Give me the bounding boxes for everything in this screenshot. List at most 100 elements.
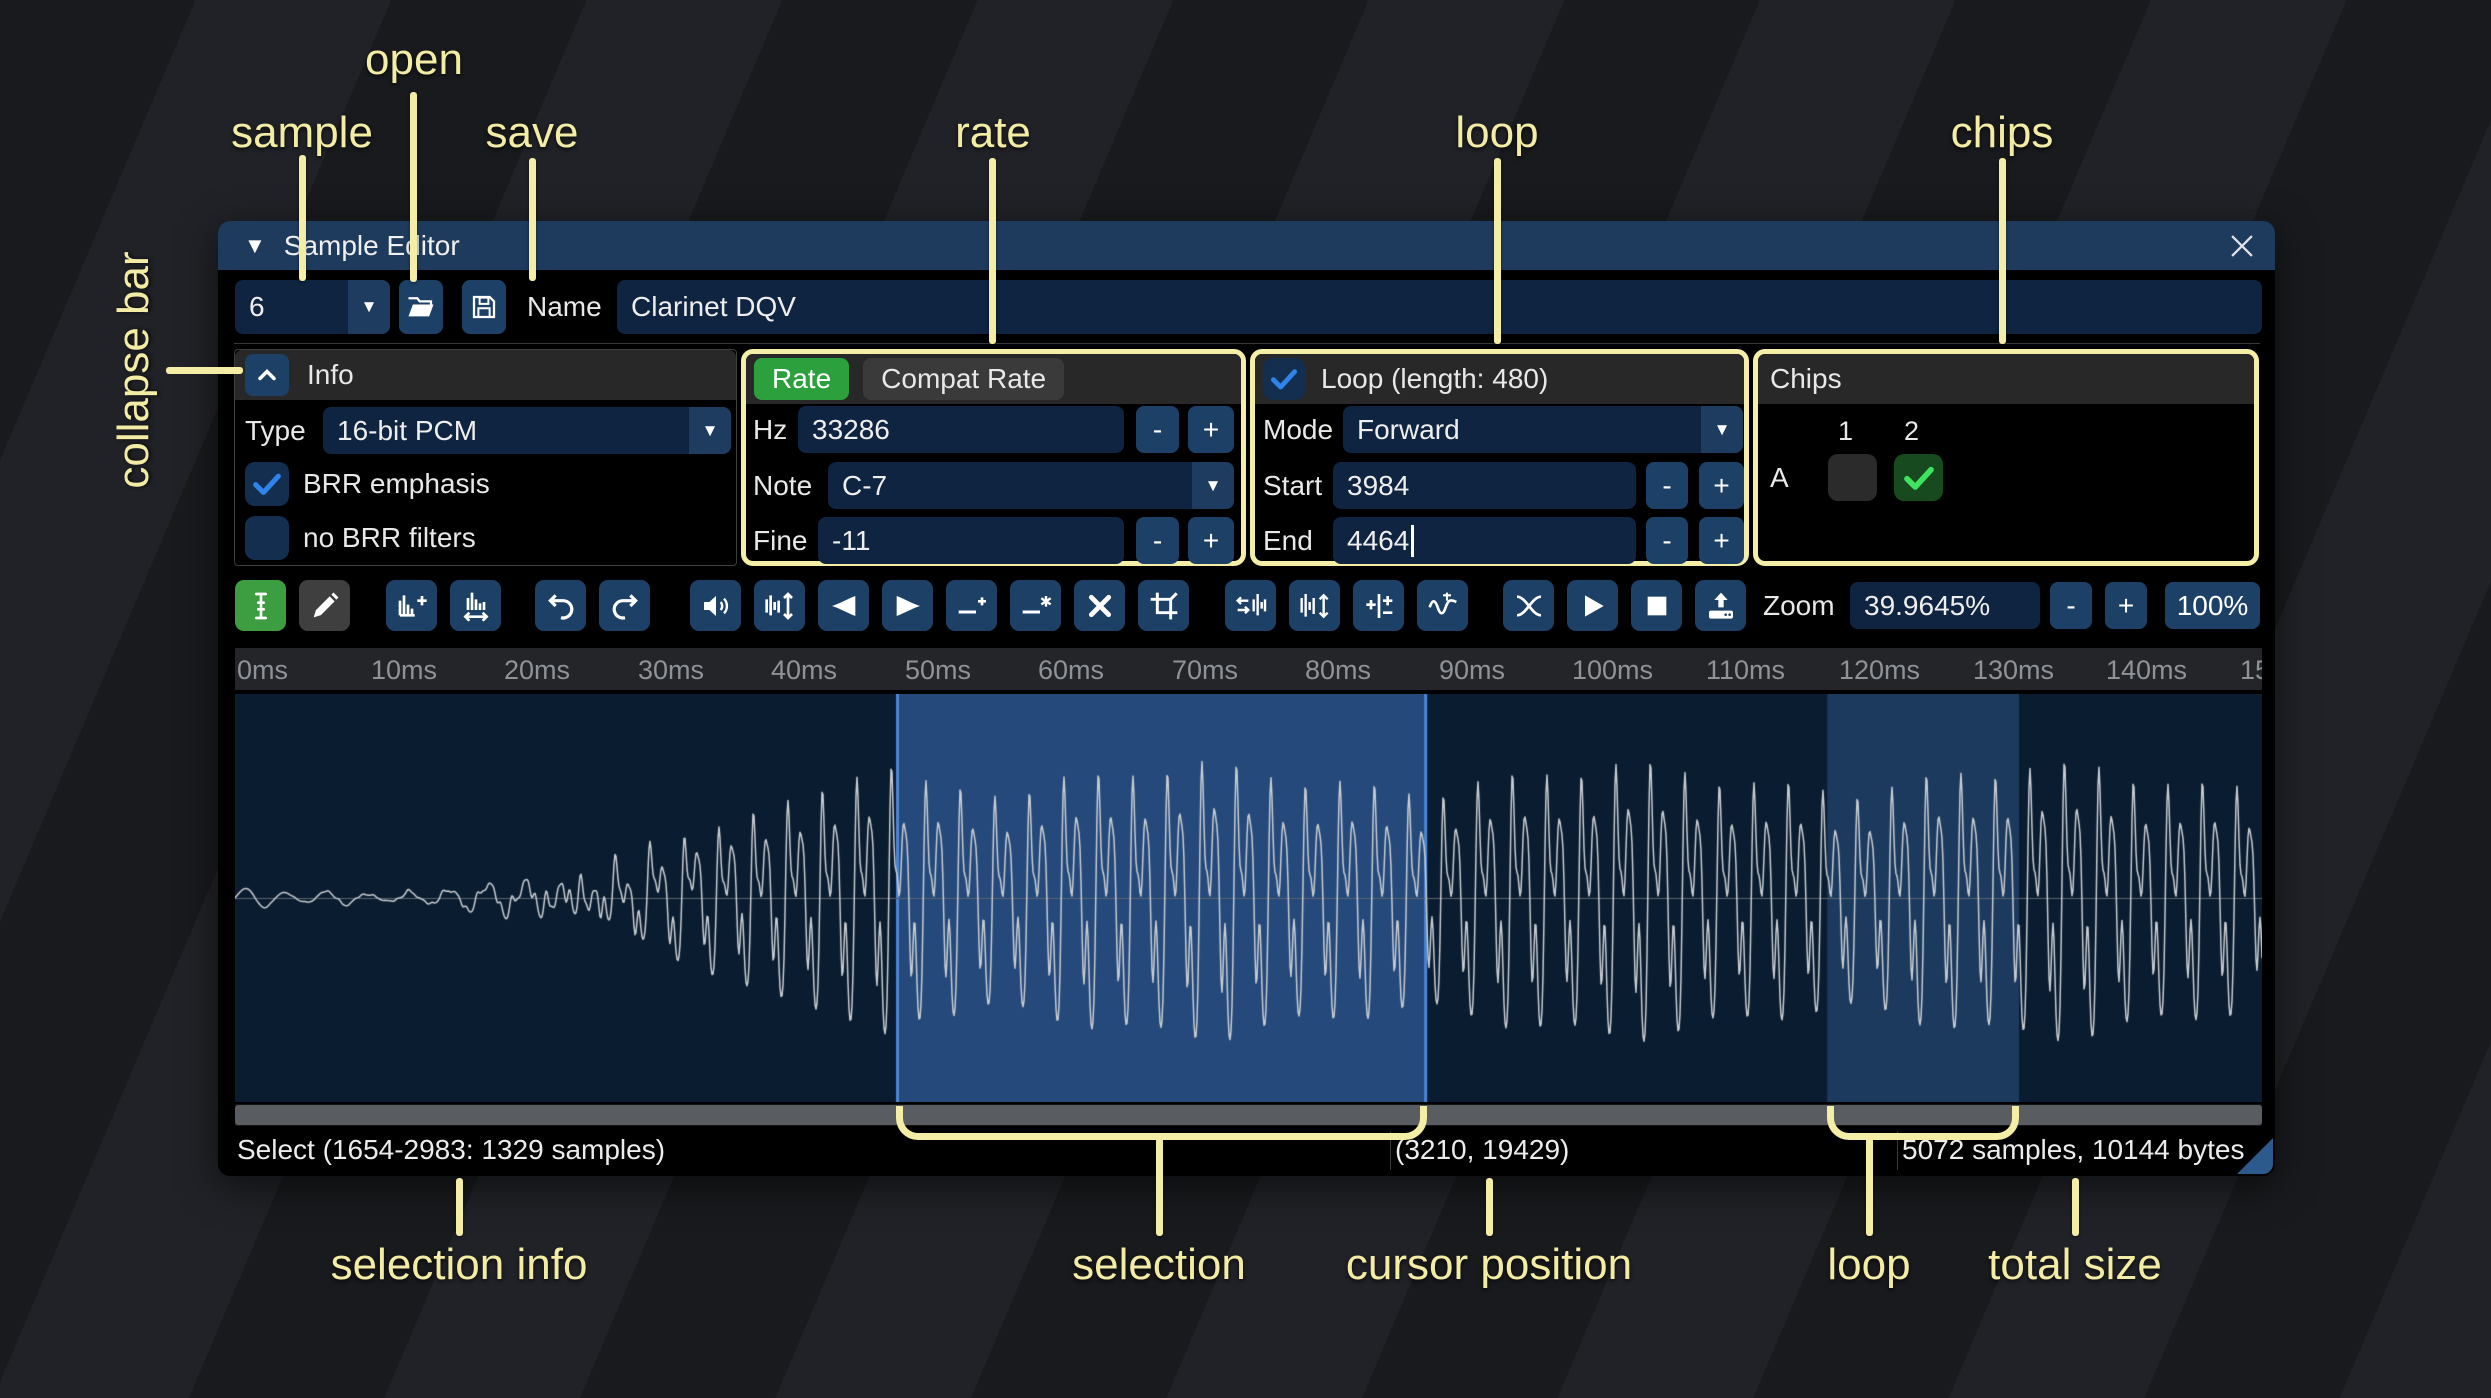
waveform-canvas[interactable] (235, 694, 2262, 1102)
window-collapse-icon[interactable]: ▼ (244, 233, 266, 259)
chevron-down-icon[interactable]: ▼ (689, 407, 731, 454)
divider (234, 343, 2260, 344)
loop-end-value: 4464 (1347, 524, 1410, 556)
draw-tool-button[interactable] (299, 580, 350, 631)
annotation-line-cursor-position (1486, 1178, 1493, 1236)
chevron-down-icon[interactable]: ▼ (1192, 462, 1234, 509)
normalize-button[interactable] (754, 580, 805, 631)
close-button[interactable] (2225, 229, 2259, 263)
ruler-tick: 130ms (1973, 655, 2055, 685)
zoom-in-button[interactable]: + (2105, 582, 2147, 629)
save-sample-button[interactable] (462, 280, 506, 334)
toolbar-group-edit (690, 580, 1189, 631)
fine-field[interactable]: -11 (818, 517, 1124, 564)
trim-button[interactable] (1138, 580, 1189, 631)
redo-button[interactable] (599, 580, 650, 631)
loop-end-label: End (1263, 524, 1313, 556)
open-sample-button[interactable] (399, 280, 443, 334)
cursor-position-text: (3210, 19429) (1395, 1134, 1570, 1165)
undo-button[interactable] (535, 580, 586, 631)
annotation-chips: chips (1950, 108, 2054, 157)
note-label: Note (753, 469, 813, 501)
fine-minus-button[interactable]: - (1136, 517, 1179, 564)
zoom-out-button[interactable]: - (2050, 582, 2092, 629)
reverse-button[interactable] (1225, 580, 1276, 631)
loop-end-plus-button[interactable]: + (1699, 517, 1744, 564)
ruler-tick: 110ms (1706, 655, 1786, 685)
loop-start-value: 3984 (1347, 469, 1410, 501)
ruler-tick: 30ms (638, 655, 705, 685)
hz-plus-button[interactable]: + (1188, 406, 1234, 453)
loop-enable-checkbox[interactable] (1263, 358, 1305, 400)
chips-panel: Chips 1 2 A (1753, 349, 2259, 566)
apply-silence-button[interactable] (1010, 580, 1061, 631)
filter-button[interactable] (1417, 580, 1468, 631)
fade-out-button[interactable] (882, 580, 933, 631)
info-panel-header: Info (235, 350, 736, 400)
chip-column-1: 1 (1838, 415, 1854, 446)
hz-field[interactable]: 33286 (798, 406, 1124, 453)
insert-silence-button[interactable] (946, 580, 997, 631)
stop-icon (1647, 596, 1666, 615)
loop-end-minus-button[interactable]: - (1646, 517, 1688, 564)
note-selector[interactable]: C-7 ▼ (828, 462, 1234, 509)
annotation-cursor-position: cursor position (1345, 1240, 1633, 1289)
select-tool-button[interactable] (235, 580, 286, 631)
collapse-bar-button[interactable] (245, 354, 289, 396)
loop-start-plus-button[interactable]: + (1699, 462, 1744, 509)
annotation-line-loop-bottom (1866, 1138, 1873, 1236)
amplify-button[interactable] (690, 580, 741, 631)
sample-type-selector[interactable]: 16-bit PCM ▼ (323, 407, 731, 454)
sample-type-value: 16-bit PCM (337, 414, 478, 446)
loop-start-minus-button[interactable]: - (1646, 462, 1688, 509)
ruler-tick: 40ms (771, 655, 838, 685)
brr-emphasis-checkbox[interactable] (245, 462, 289, 506)
delete-button[interactable] (1074, 580, 1125, 631)
loop-mode-selector[interactable]: Forward ▼ (1343, 406, 1743, 453)
line-asterisk-icon (1022, 595, 1051, 613)
loop-end-field[interactable]: 4464 (1333, 517, 1636, 564)
ruler-tick: 0ms (237, 655, 289, 685)
hz-value: 33286 (812, 413, 890, 445)
speaker-icon (703, 595, 728, 616)
rate-tab[interactable]: Rate (754, 358, 850, 400)
open-folder-icon (408, 297, 434, 317)
zoom-field[interactable]: 39.9645% (1850, 582, 2040, 629)
chips-panel-title: Chips (1770, 363, 1842, 394)
close-icon (2231, 235, 2253, 257)
sample-number-selector[interactable]: 6 ▼ (235, 280, 390, 334)
ruler-tick: 50ms (905, 655, 972, 685)
resize-button[interactable] (386, 580, 437, 631)
redo-icon (612, 593, 638, 620)
screenshot-stage: ▼ Sample Editor 6 ▼ Name Clarinet DQV In… (0, 0, 2491, 1398)
hz-minus-button[interactable]: - (1136, 406, 1179, 453)
no-brr-filters-checkbox[interactable] (245, 516, 289, 560)
crossfade-button[interactable] (1503, 580, 1554, 631)
sample-name-field[interactable]: Clarinet DQV (617, 280, 2262, 334)
type-label: Type (245, 414, 306, 446)
zoom-reset-button[interactable]: 100% (2165, 582, 2260, 629)
chevron-down-icon[interactable]: ▼ (1701, 406, 1743, 453)
preview-button[interactable] (1567, 580, 1618, 631)
fade-in-button[interactable] (818, 580, 869, 631)
toolbar-group-transform (1225, 580, 1468, 631)
fine-plus-button[interactable]: + (1188, 517, 1234, 564)
ruler-tick: 90ms (1439, 655, 1506, 685)
loop-start-field[interactable]: 3984 (1333, 462, 1636, 509)
ruler-tick: 60ms (1038, 655, 1105, 685)
resample-button[interactable] (450, 580, 501, 631)
chip-a1-checkbox[interactable] (1828, 454, 1877, 501)
name-label: Name (527, 291, 602, 322)
chip-a2-checkbox[interactable] (1894, 454, 1943, 501)
annotation-collapse-bar: collapse bar (109, 251, 158, 489)
stop-preview-button[interactable] (1631, 580, 1682, 631)
title-bar[interactable]: ▼ Sample Editor (218, 221, 2275, 270)
check-icon (1270, 369, 1298, 390)
compat-rate-tab[interactable]: Compat Rate (863, 358, 1065, 400)
create-instrument-button[interactable] (1695, 580, 1746, 631)
ibeam-cursor-icon (254, 592, 267, 619)
ruler-tick: 10ms (371, 655, 438, 685)
invert-button[interactable] (1289, 580, 1340, 631)
chevron-down-icon[interactable]: ▼ (348, 280, 390, 334)
signedness-button[interactable] (1353, 580, 1404, 631)
